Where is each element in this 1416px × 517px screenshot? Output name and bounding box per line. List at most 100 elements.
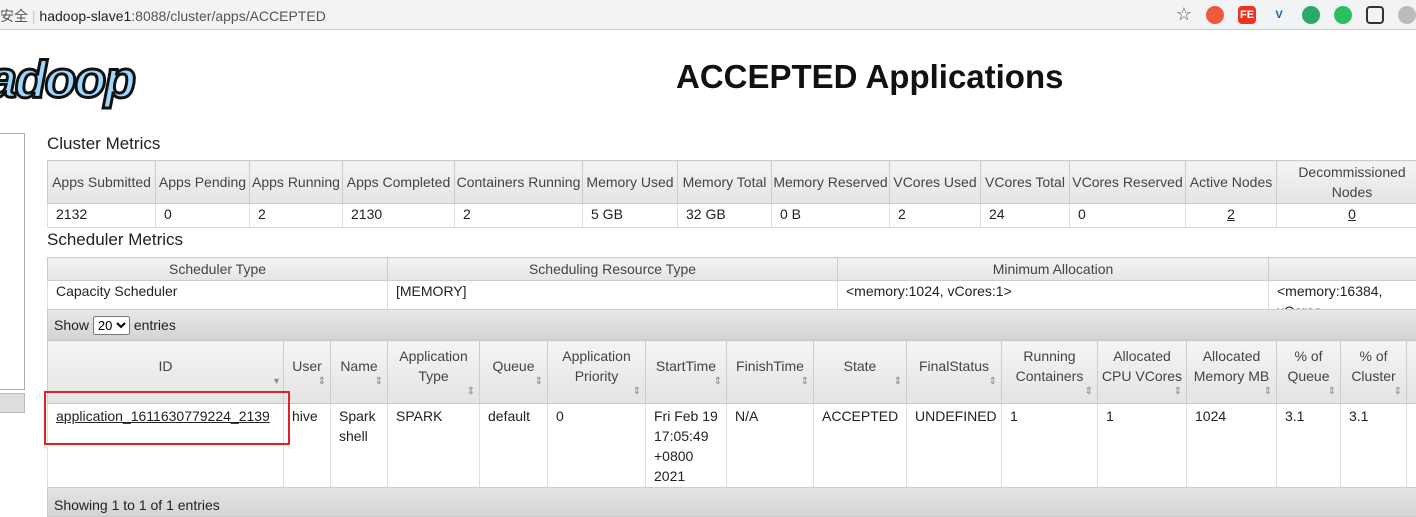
column-header-3[interactable]: Application Type⇕ (388, 341, 480, 404)
sort-icon[interactable]: ⇕ (388, 386, 479, 398)
evernote-icon[interactable] (1334, 6, 1352, 24)
header-label: StartTime (656, 358, 716, 374)
column-header (1269, 258, 1416, 281)
sort-icon[interactable]: ⇕ (1277, 386, 1340, 398)
extension-v-icon[interactable]: V (1270, 6, 1288, 24)
cluster-metrics-table: Apps SubmittedApps PendingApps RunningAp… (47, 160, 1416, 228)
sort-icon[interactable]: ⇕ (1098, 386, 1186, 398)
column-header: Memory Reserved (772, 161, 890, 204)
column-header-14[interactable]: % of Cluster ⇕ (1341, 341, 1407, 404)
security-label: 安全 (0, 8, 28, 24)
header-label: Allocated CPU VCores (1102, 348, 1182, 384)
column-header: Decommissioned Nodes (1277, 161, 1416, 204)
metric-value: 32 GB (678, 204, 772, 228)
metric-value: 5 GB (583, 204, 678, 228)
column-header: VCores Used (890, 161, 981, 204)
header-label: Allocated Memory MB (1194, 348, 1269, 384)
column-header: Memory Total (678, 161, 772, 204)
column-header-2[interactable]: Name ⇕ (331, 341, 388, 404)
star-icon[interactable]: ☆ (1176, 4, 1192, 25)
metric-value: 2 (455, 204, 583, 228)
metric-value: 0 (1277, 204, 1416, 228)
url[interactable]: 安全 | hadoop-slave1:8088/cluster/apps/ACC… (0, 6, 326, 26)
column-header-12[interactable]: Allocated Memory MB ⇕ (1187, 341, 1277, 404)
cell: UNDEFINED (907, 404, 1002, 488)
column-header-10[interactable]: Running Containers ⇕ (1002, 341, 1098, 404)
column-header: Minimum Allocation (838, 258, 1269, 281)
cell-extra (1407, 404, 1416, 488)
cell: 3.1 (1341, 404, 1407, 488)
sort-icon[interactable]: ⇕ (1002, 386, 1097, 398)
url-path: :8088/cluster/apps/ACCEPTED (131, 8, 326, 24)
cell: 1 (1002, 404, 1098, 488)
column-header-1[interactable]: User⇕ (284, 341, 331, 404)
column-header: VCores Total (981, 161, 1070, 204)
highlight-box (44, 391, 290, 445)
header-label: Running Containers (1016, 348, 1084, 384)
cell: ACCEPTED (814, 404, 907, 488)
sort-icon[interactable]: ⇕ (548, 386, 645, 398)
header-label: % of Queue (1287, 348, 1329, 384)
extension-fe-icon[interactable]: FE (1238, 6, 1256, 24)
metric-value: 24 (981, 204, 1070, 228)
sort-icon[interactable]: ⇕ (727, 376, 813, 388)
header-label: % of Cluster (1351, 348, 1395, 384)
cluster-metrics-heading: Cluster Metrics (47, 134, 160, 154)
cell: Fri Feb 19 17:05:49 +0800 2021 (646, 404, 727, 488)
column-header-9[interactable]: FinalStatus ⇕ (907, 341, 1002, 404)
hadoop-logo: adoop (0, 50, 134, 110)
sort-icon[interactable]: ⇕ (1187, 386, 1276, 398)
table-length-toolbar: Show 20 entries (47, 309, 1416, 340)
metric-value: 0 (1070, 204, 1186, 228)
page-title: ACCEPTED Applications (676, 58, 1063, 96)
sort-icon[interactable]: ⇕ (814, 376, 906, 388)
column-header: Apps Completed (343, 161, 455, 204)
extension-location-icon[interactable] (1206, 6, 1224, 24)
column-header-5[interactable]: Application Priority ⇕ (548, 341, 646, 404)
cell: 1 (1098, 404, 1187, 488)
column-header: Containers Running (455, 161, 583, 204)
extension-search-icon[interactable] (1366, 6, 1384, 24)
header-label: FinalStatus (919, 358, 989, 374)
column-header-8[interactable]: State⇕ (814, 341, 907, 404)
header-label: FinishTime (736, 358, 804, 374)
entries-label: entries (134, 317, 176, 333)
sort-icon[interactable]: ⇕ (646, 376, 726, 388)
column-header-6[interactable]: StartTime ⇕ (646, 341, 727, 404)
metric-value: 2 (250, 204, 343, 228)
sort-desc-icon[interactable]: ▾ (48, 376, 283, 388)
metric-value: 2 (890, 204, 981, 228)
column-header: Scheduling Resource Type (388, 258, 838, 281)
sort-icon[interactable]: ⇕ (1341, 386, 1406, 398)
cell: SPARK (388, 404, 480, 488)
column-header-7[interactable]: FinishTime ⇕ (727, 341, 814, 404)
sort-icon[interactable]: ⇕ (284, 376, 330, 388)
column-header: Apps Pending (156, 161, 250, 204)
browser-address-bar[interactable]: 安全 | hadoop-slave1:8088/cluster/apps/ACC… (0, 0, 1416, 30)
nodes-link[interactable]: 2 (1227, 206, 1235, 222)
column-header-11[interactable]: Allocated CPU VCores ⇕ (1098, 341, 1187, 404)
extension-puzzle-icon[interactable] (1302, 6, 1320, 24)
column-header-13[interactable]: % of Queue ⇕ (1277, 341, 1341, 404)
header-label: Application Priority (562, 348, 631, 384)
column-header-4[interactable]: Queue⇕ (480, 341, 548, 404)
header-label: Name (340, 358, 377, 374)
page-size-select[interactable]: 20 (93, 316, 130, 335)
header-label: ID (159, 358, 173, 374)
sort-icon[interactable]: ⇕ (331, 376, 387, 388)
table-info: Showing 1 to 1 of 1 entries (47, 487, 1416, 517)
column-header: VCores Reserved (1070, 161, 1186, 204)
column-header: Apps Submitted (48, 161, 156, 204)
sort-icon[interactable]: ⇕ (907, 376, 1001, 388)
cell: hive (284, 404, 331, 488)
column-header: Scheduler Type (48, 258, 388, 281)
cell: N/A (727, 404, 814, 488)
show-label: Show (54, 317, 89, 333)
sort-icon[interactable]: ⇕ (480, 376, 547, 388)
scheduler-metrics-heading: Scheduler Metrics (47, 230, 183, 250)
profile-icon[interactable] (1398, 6, 1416, 24)
url-host: hadoop-slave1 (39, 8, 131, 24)
metric-value: 2132 (48, 204, 156, 228)
nodes-link[interactable]: 0 (1348, 206, 1356, 222)
cell: 3.1 (1277, 404, 1341, 488)
